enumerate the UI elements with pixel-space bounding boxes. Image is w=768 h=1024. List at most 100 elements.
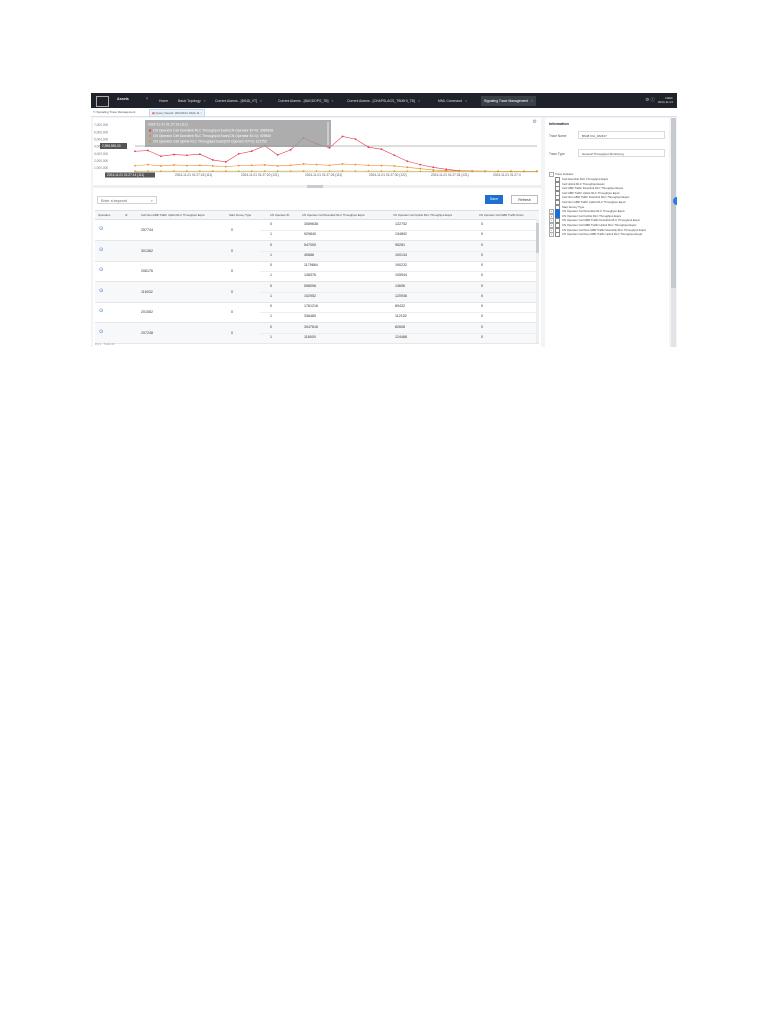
data-point [198, 164, 201, 167]
uplink-value: 95281 [395, 242, 405, 247]
collapse-panel-button[interactable] [673, 197, 677, 205]
tree-item[interactable]: + CN Operator Cell Non-GBR Traffic Uplink… [549, 232, 669, 238]
operator-id-value: 1 [270, 314, 272, 318]
refresh-button[interactable]: Refresh [511, 195, 538, 204]
table-row[interactable]: ⊙ 207248 0 0 3047616 82608 0 1 118000 124488 0 [95, 322, 539, 344]
data-point [302, 170, 305, 172]
data-point [134, 170, 136, 173]
search-icon[interactable]: ⌕ [151, 197, 153, 205]
close-icon[interactable]: × [531, 99, 533, 103]
expand-icon[interactable]: + [549, 232, 554, 238]
y-tick-label: 6,000,000 [94, 130, 108, 134]
trace-type-field[interactable]: General Throughput Monitoring [578, 149, 665, 157]
data-point [432, 166, 435, 169]
column-header[interactable]: Id [125, 211, 139, 219]
operation-icon[interactable]: ⊙ [99, 247, 104, 253]
data-point [419, 170, 422, 173]
trace-type-label: Trace Type [549, 152, 565, 156]
top-tab[interactable]: Current Alarms - [BS48_VT] × [215, 96, 262, 106]
column-header[interactable]: Start Survey Type [229, 211, 268, 219]
operator-id-value: 1 [270, 334, 272, 339]
close-icon[interactable]: × [332, 99, 334, 103]
downlink-value: 102952 [304, 293, 316, 298]
user-info[interactable]: 1MEF 2024-11-01 [658, 96, 673, 104]
chart-svg[interactable]: 7,000,0006,000,0005,000,0004,000,0003,00… [93, 118, 541, 184]
close-icon[interactable]: × [204, 99, 206, 103]
data-point [510, 170, 512, 173]
close-icon[interactable]: × [200, 111, 202, 115]
top-navigation-bar: Assets ‹ Home Basic Topology × Current Alar… [91, 93, 677, 108]
info-panel-scrollbar[interactable] [671, 118, 676, 347]
column-header[interactable]: Cell Non-GBR Traffic Uplink RLC Throughp… [141, 211, 227, 219]
search-input[interactable]: Enter a keyword ⌕ [97, 196, 157, 204]
app-window: Assets ‹ Home Basic Topology × Current Alar… [91, 93, 677, 347]
column-header[interactable]: CN Operator Cell GBR Traffic Down [479, 211, 537, 219]
operation-icon[interactable]: ⊙ [99, 268, 104, 273]
downlink-value: 336480 [304, 314, 316, 318]
data-point [315, 163, 318, 166]
column-header[interactable]: CN Operator Cell Uplink RLC Throughput E… [393, 211, 477, 219]
uplink-value: 89432 [395, 304, 405, 308]
data-point [276, 165, 279, 167]
table-row[interactable]: ⊙ 301362 0 0 547000 95281 0 1 40686 100134 0 [95, 240, 539, 262]
table-vertical-scrollbar[interactable] [536, 219, 539, 343]
top-tab[interactable]: Current Alarms - [BAGDOPS_TB] × [278, 96, 333, 106]
top-tab[interactable]: Basic Topology × [178, 96, 206, 106]
save-button[interactable]: Save [485, 195, 503, 204]
gbr-value: 0 [481, 252, 483, 257]
table-row[interactable]: ⊙ 206176 0 0 1179864 190232 0 1 148376 105944 0 [95, 261, 539, 282]
data-point [237, 164, 240, 167]
toolbar-icons[interactable]: ⚙ ⓘ [645, 97, 655, 103]
y-tick-label: 7,000,000 [94, 123, 108, 127]
scrollbar-thumb[interactable] [536, 223, 539, 253]
operation-icon[interactable]: ⊙ [99, 329, 104, 335]
cell-value: 257744 [141, 228, 153, 232]
column-header[interactable]: CN Operator Cell Downlink RLC Throughput… [302, 211, 391, 219]
panel-splitter[interactable] [93, 185, 541, 188]
operation-icon[interactable]: ⊙ [99, 227, 104, 232]
splitter-grip[interactable] [307, 185, 323, 188]
chart-settings-icon[interactable]: ⚙ [533, 119, 537, 125]
close-icon[interactable]: × [260, 99, 262, 103]
sub-tab[interactable]: ▦ Query Result: 20241101 2024-11 × [149, 109, 206, 117]
x-tick-label: 2024-11-01 01:27:18 (111) [175, 173, 212, 177]
data-point [173, 164, 175, 166]
app-menu-icon[interactable] [96, 96, 109, 107]
operation-icon[interactable]: ⊙ [99, 309, 104, 314]
trend-chart[interactable]: 7,000,0006,000,0005,000,0004,000,0003,00… [93, 118, 541, 184]
top-tab[interactable]: Signaling Trace Management × [481, 96, 537, 106]
data-point [289, 164, 292, 167]
checkbox[interactable] [555, 232, 560, 238]
top-tab[interactable]: Home [159, 96, 168, 106]
column-header[interactable]: Operation [98, 211, 123, 219]
operation-icon[interactable]: ⊙ [99, 288, 104, 294]
information-panel: Information Trace Name BS48 VIA_182437 T… [545, 118, 669, 347]
uplink-value: 112152 [395, 314, 407, 318]
data-point [289, 170, 292, 173]
data-point [523, 170, 525, 173]
data-point [484, 170, 487, 173]
data-point [160, 170, 162, 173]
sub-tab[interactable]: ↻ Signaling Trace Management [93, 109, 135, 115]
table-row[interactable]: ⊙ 257744 0 0 3089638 122752 0 1 929840 134892 0 [95, 220, 539, 241]
sub-tab-bar: ↻ Signaling Trace Management ▦ Query Resu… [91, 108, 677, 117]
cell-value: 201552 [141, 310, 153, 314]
collapse-icon[interactable]: − [549, 172, 554, 177]
top-tab[interactable]: Current Alarms - [CHAPSLAGS_TB06HI_TB] × [347, 96, 420, 106]
close-icon[interactable]: × [465, 99, 467, 103]
data-point [160, 155, 162, 158]
column-header[interactable]: CN Operator ID [270, 211, 300, 219]
brand-label[interactable]: Assets [117, 97, 129, 101]
chevron-left-icon[interactable]: ‹ [146, 96, 148, 102]
sub-tab-label: Signaling Trace Management [96, 110, 136, 114]
x-tick-label: 2024-11-01 01:27:34 (121) [431, 173, 469, 177]
top-tab[interactable]: MML Command × [438, 96, 467, 106]
operator-id-value: 0 [270, 283, 272, 288]
table-row[interactable]: ⊙ 116032 0 0 558096 13696 0 1 102952 120936 0 [95, 281, 539, 303]
close-icon[interactable]: × [418, 99, 420, 103]
tooltip-line: CN Operator Cell Uplink RLC Throughput E… [153, 140, 267, 144]
trace-name-field[interactable]: BS48 VIA_182437 [578, 131, 665, 139]
data-point [380, 170, 383, 173]
table-row[interactable]: ⊙ 201552 0 0 1761216 89432 0 1 336480 112152 0 [95, 302, 539, 323]
gbr-value: 0 [481, 242, 483, 247]
